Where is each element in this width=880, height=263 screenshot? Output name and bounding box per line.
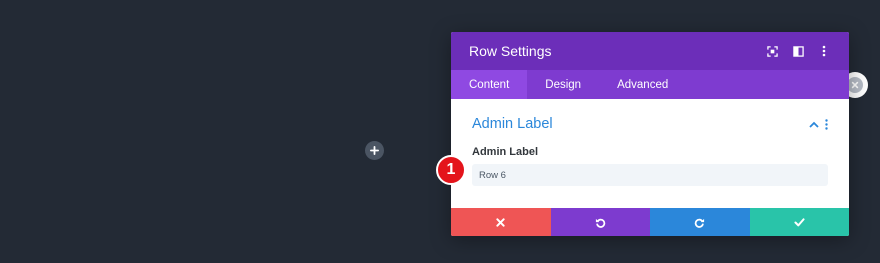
tab-advanced[interactable]: Advanced bbox=[599, 70, 686, 99]
admin-label-section-header[interactable]: Admin Label bbox=[472, 116, 828, 132]
close-icon bbox=[496, 217, 505, 227]
plus-icon bbox=[370, 146, 379, 155]
row-settings-modal: Row Settings Content Design Advanced Adm… bbox=[451, 32, 849, 236]
admin-label-field-label: Admin Label bbox=[472, 146, 539, 158]
add-row-button[interactable] bbox=[365, 141, 384, 160]
admin-label-input[interactable] bbox=[472, 164, 828, 186]
section-title: Admin Label bbox=[472, 116, 553, 132]
chevron-up-icon[interactable] bbox=[809, 121, 819, 128]
save-button[interactable] bbox=[749, 208, 849, 236]
section-actions bbox=[809, 118, 828, 130]
redo-icon bbox=[695, 218, 705, 228]
step-number-badge: 1 bbox=[436, 155, 466, 185]
more-vertical-icon[interactable] bbox=[825, 118, 828, 130]
fullscreen-icon[interactable] bbox=[759, 38, 785, 64]
modal-footer bbox=[451, 208, 849, 236]
cancel-button[interactable] bbox=[451, 208, 551, 236]
modal-title: Row Settings bbox=[469, 43, 552, 59]
close-circle-icon bbox=[847, 77, 863, 93]
split-view-icon[interactable] bbox=[785, 38, 811, 64]
redo-button[interactable] bbox=[650, 208, 750, 236]
more-vertical-icon[interactable] bbox=[811, 38, 837, 64]
modal-header: Row Settings bbox=[451, 32, 849, 70]
settings-tabs: Content Design Advanced bbox=[451, 70, 849, 99]
undo-icon bbox=[595, 218, 605, 228]
undo-button[interactable] bbox=[550, 208, 650, 236]
tab-content[interactable]: Content bbox=[451, 70, 528, 99]
tab-design[interactable]: Design bbox=[527, 70, 599, 99]
check-icon bbox=[794, 217, 805, 226]
modal-body: Admin Label Admin Label bbox=[451, 99, 849, 209]
header-actions bbox=[759, 38, 837, 64]
